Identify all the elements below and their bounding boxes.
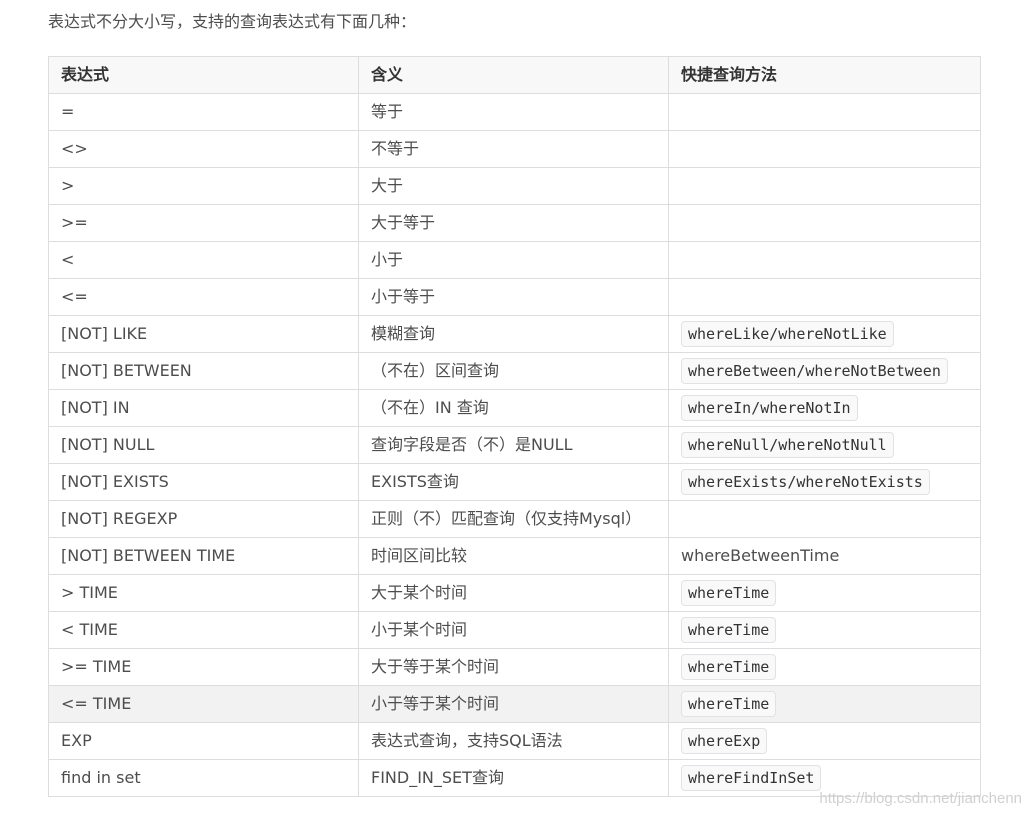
cell-shortcut-method: whereNull/whereNotNull xyxy=(668,426,981,464)
cell-shortcut-method: whereTime xyxy=(668,574,981,612)
cell-expression: = xyxy=(48,93,359,131)
cell-shortcut-method: whereIn/whereNotIn xyxy=(668,389,981,427)
cell-expression: >= xyxy=(48,204,359,242)
method-code: whereFindInSet xyxy=(681,765,822,791)
cell-expression: [NOT] LIKE xyxy=(48,315,359,353)
cell-shortcut-method xyxy=(668,278,981,316)
method-code: whereIn/whereNotIn xyxy=(681,395,858,421)
header-meaning: 含义 xyxy=(358,56,669,94)
cell-shortcut-method: whereExists/whereNotExists xyxy=(668,463,981,501)
cell-meaning: 小于 xyxy=(358,241,669,279)
cell-shortcut-method: whereTime xyxy=(668,648,981,686)
cell-shortcut-method: whereLike/whereNotLike xyxy=(668,315,981,353)
cell-meaning: 时间区间比较 xyxy=(358,537,669,575)
cell-expression: [NOT] BETWEEN xyxy=(48,352,359,390)
cell-expression: > TIME xyxy=(48,574,359,612)
table-row: <= 小于等于 xyxy=(48,278,981,316)
cell-shortcut-method: whereTime xyxy=(668,685,981,723)
cell-meaning: 大于等于 xyxy=(358,204,669,242)
cell-expression: > xyxy=(48,167,359,205)
table-row: < TIME 小于某个时间 whereTime xyxy=(48,611,981,649)
table-row: >= 大于等于 xyxy=(48,204,981,242)
cell-meaning: 模糊查询 xyxy=(358,315,669,353)
cell-meaning: （不在）IN 查询 xyxy=(358,389,669,427)
method-code: whereTime xyxy=(681,617,777,643)
cell-meaning: 大于等于某个时间 xyxy=(358,648,669,686)
table-row: [NOT] BETWEEN TIME 时间区间比较 whereBetweenTime xyxy=(48,537,981,575)
table-row: = 等于 xyxy=(48,93,981,131)
cell-meaning: 等于 xyxy=(358,93,669,131)
table-row: [NOT] IN （不在）IN 查询 whereIn/whereNotIn xyxy=(48,389,981,427)
cell-meaning: 大于 xyxy=(358,167,669,205)
table-row: <> 不等于 xyxy=(48,130,981,168)
table-row: EXP 表达式查询，支持SQL语法 whereExp xyxy=(48,722,981,760)
cell-meaning: 正则（不）匹配查询（仅支持Mysql） xyxy=(358,500,669,538)
method-code: whereTime xyxy=(681,580,777,606)
method-code: whereTime xyxy=(681,691,777,717)
cell-expression: [NOT] EXISTS xyxy=(48,463,359,501)
query-expression-table: 表达式 含义 快捷查询方法 = 等于 <> 不等于 > 大于 >= 大于等于 < 小于 <= 小于等于… xyxy=(48,56,981,797)
cell-shortcut-method xyxy=(668,130,981,168)
cell-expression: < TIME xyxy=(48,611,359,649)
cell-shortcut-method xyxy=(668,93,981,131)
table-row: > 大于 xyxy=(48,167,981,205)
cell-expression: <= xyxy=(48,278,359,316)
cell-meaning: 表达式查询，支持SQL语法 xyxy=(358,722,669,760)
cell-meaning: 小于等于 xyxy=(358,278,669,316)
cell-shortcut-method: whereExp xyxy=(668,722,981,760)
cell-meaning: 不等于 xyxy=(358,130,669,168)
cell-shortcut-method: whereBetweenTime xyxy=(668,537,981,575)
table-row: [NOT] NULL 查询字段是否（不）是NULL whereNull/whereN… xyxy=(48,426,981,464)
method-text: whereBetweenTime xyxy=(681,546,840,565)
method-code: whereExists/whereNotExists xyxy=(681,469,930,495)
table-row: <= TIME 小于等于某个时间 whereTime xyxy=(48,685,981,723)
cell-meaning: FIND_IN_SET查询 xyxy=(358,759,669,797)
cell-expression: <= TIME xyxy=(48,685,359,723)
cell-expression: < xyxy=(48,241,359,279)
cell-expression: [NOT] REGEXP xyxy=(48,500,359,538)
table-body: = 等于 <> 不等于 > 大于 >= 大于等于 < 小于 <= 小于等于 [NOT] LIKE 模糊查询… xyxy=(48,93,981,797)
method-code: whereTime xyxy=(681,654,777,680)
method-code: whereExp xyxy=(681,728,768,754)
cell-meaning: 查询字段是否（不）是NULL xyxy=(358,426,669,464)
cell-expression: EXP xyxy=(48,722,359,760)
watermark: https://blog.csdn.net/jianchenn xyxy=(819,790,1022,807)
cell-expression: [NOT] IN xyxy=(48,389,359,427)
table-row: [NOT] REGEXP 正则（不）匹配查询（仅支持Mysql） xyxy=(48,500,981,538)
table-row: < 小于 xyxy=(48,241,981,279)
cell-expression: >= TIME xyxy=(48,648,359,686)
table-row: > TIME 大于某个时间 whereTime xyxy=(48,574,981,612)
method-code: whereBetween/whereNotBetween xyxy=(681,358,948,384)
cell-shortcut-method: whereTime xyxy=(668,611,981,649)
method-code: whereNull/whereNotNull xyxy=(681,432,894,458)
cell-shortcut-method: whereBetween/whereNotBetween xyxy=(668,352,981,390)
method-code: whereLike/whereNotLike xyxy=(681,321,894,347)
cell-meaning: 小于某个时间 xyxy=(358,611,669,649)
cell-expression: <> xyxy=(48,130,359,168)
cell-meaning: 大于某个时间 xyxy=(358,574,669,612)
cell-meaning: EXISTS查询 xyxy=(358,463,669,501)
intro-text: 表达式不分大小写，支持的查询表达式有下面几种： xyxy=(48,12,417,31)
table-row: [NOT] LIKE 模糊查询 whereLike/whereNotLike xyxy=(48,315,981,353)
header-expression: 表达式 xyxy=(48,56,359,94)
cell-shortcut-method xyxy=(668,500,981,538)
table-header-row: 表达式 含义 快捷查询方法 xyxy=(48,56,981,94)
cell-expression: [NOT] NULL xyxy=(48,426,359,464)
cell-shortcut-method xyxy=(668,204,981,242)
cell-meaning: 小于等于某个时间 xyxy=(358,685,669,723)
cell-meaning: （不在）区间查询 xyxy=(358,352,669,390)
header-shortcut-method: 快捷查询方法 xyxy=(668,56,981,94)
table-row: >= TIME 大于等于某个时间 whereTime xyxy=(48,648,981,686)
table-row: [NOT] BETWEEN （不在）区间查询 whereBetween/whereN… xyxy=(48,352,981,390)
cell-shortcut-method xyxy=(668,241,981,279)
cell-shortcut-method xyxy=(668,167,981,205)
cell-expression: [NOT] BETWEEN TIME xyxy=(48,537,359,575)
table-row: [NOT] EXISTS EXISTS查询 whereExists/whereNot… xyxy=(48,463,981,501)
cell-expression: find in set xyxy=(48,759,359,797)
